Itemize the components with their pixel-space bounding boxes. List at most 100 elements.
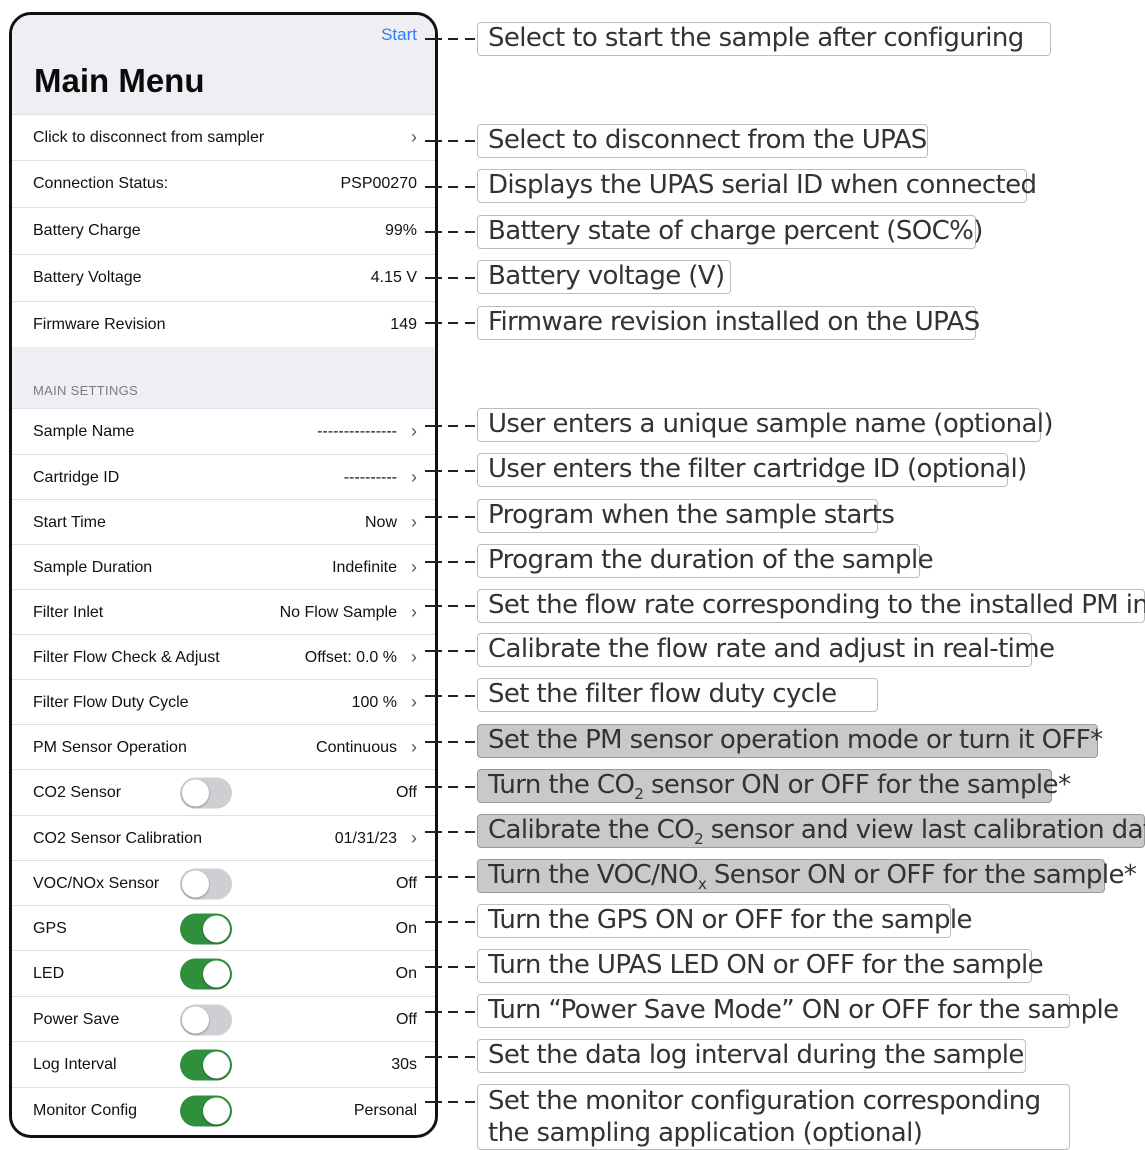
voc-sensor-row: VOC/NOx Sensor Off (12, 860, 435, 906)
main-settings-section: MAIN SETTINGS (12, 347, 435, 409)
sample-name-label: Sample Name (33, 422, 135, 440)
chevron-right-icon: › (411, 827, 417, 848)
start-time-row[interactable]: Start Time Now › (12, 499, 435, 545)
chevron-right-icon: › (411, 466, 417, 487)
battery-voltage-value: 4.15 V (370, 268, 417, 286)
callout-disconnect: Select to disconnect from the UPAS (477, 124, 928, 158)
led-toggle[interactable] (180, 958, 232, 989)
callout-duty-cycle: Set the filter flow duty cycle (477, 678, 878, 712)
chevron-right-icon: › (411, 126, 417, 147)
power-save-value: Off (395, 1010, 417, 1028)
co2-sensor-toggle[interactable] (180, 777, 232, 808)
cartridge-id-row[interactable]: Cartridge ID ---------- › (12, 454, 435, 500)
connection-status-row: Connection Status: PSP00270 (12, 160, 435, 206)
chevron-right-icon: › (411, 736, 417, 757)
sample-duration-row[interactable]: Sample Duration Indefinite › (12, 544, 435, 590)
connection-status-label: Connection Status: (33, 174, 169, 192)
power-save-row: Power Save Off (12, 996, 435, 1042)
duty-cycle-value: 100 % (351, 693, 397, 711)
flow-check-label: Filter Flow Check & Adjust (33, 648, 220, 666)
monitor-config-row: Monitor Config Personal (12, 1087, 435, 1133)
battery-charge-row: Battery Charge 99% (12, 207, 435, 253)
led-label: LED (33, 964, 65, 982)
toggle-knob (203, 1097, 230, 1124)
start-button[interactable]: Start (381, 25, 417, 45)
gps-value: On (395, 919, 417, 937)
flow-check-row[interactable]: Filter Flow Check & Adjust Offset: 0.0 %… (12, 634, 435, 680)
log-interval-toggle[interactable] (180, 1049, 232, 1080)
led-value: On (395, 964, 417, 982)
voc-sensor-toggle[interactable] (180, 868, 232, 899)
section-label: MAIN SETTINGS (33, 383, 139, 398)
gps-row: GPS On (12, 905, 435, 951)
gps-label: GPS (33, 919, 67, 937)
sample-name-value: --------------- (317, 422, 397, 440)
power-save-toggle[interactable] (180, 1004, 232, 1035)
filter-inlet-row[interactable]: Filter Inlet No Flow Sample › (12, 589, 435, 635)
callout-battery-charge: Battery state of charge percent (SOC%) (477, 215, 983, 249)
battery-voltage-row: Battery Voltage 4.15 V (12, 254, 435, 300)
callout-firmware: Firmware revision installed on the UPAS (477, 306, 980, 340)
callout-monitor-config: Set the monitor configuration correspond… (477, 1084, 1070, 1150)
callout-flow-check: Calibrate the flow rate and adjust in re… (477, 633, 1055, 667)
pm-sensor-label: PM Sensor Operation (33, 738, 187, 756)
led-row: LED On (12, 950, 435, 996)
log-interval-label: Log Interval (33, 1055, 117, 1073)
firmware-row: Firmware Revision 149 (12, 301, 435, 347)
toggle-knob (203, 960, 230, 987)
toggle-knob (182, 1006, 209, 1033)
chevron-right-icon: › (411, 556, 417, 577)
duty-cycle-label: Filter Flow Duty Cycle (33, 693, 189, 711)
co2-sensor-value: Off (395, 783, 417, 801)
monitor-config-value: Personal (353, 1101, 417, 1119)
disconnect-label: Click to disconnect from sampler (33, 128, 265, 146)
filter-inlet-value: No Flow Sample (279, 603, 397, 621)
co2-calibration-row[interactable]: CO2 Sensor Calibration 01/31/23 › (12, 815, 435, 861)
chevron-right-icon: › (411, 646, 417, 667)
callout-battery-voltage: Battery voltage (V) (477, 260, 731, 294)
firmware-value: 149 (390, 315, 417, 333)
filter-inlet-label: Filter Inlet (33, 603, 104, 621)
page-title: Main Menu (34, 62, 205, 99)
monitor-config-toggle[interactable] (180, 1095, 232, 1126)
battery-charge-value: 99% (384, 221, 417, 239)
pm-sensor-value: Continuous (316, 738, 397, 756)
header: Start Main Menu (12, 15, 435, 114)
start-time-value: Now (364, 513, 397, 531)
disconnect-row[interactable]: Click to disconnect from sampler › (12, 114, 435, 160)
callout-log-interval: Set the data log interval during the sam… (477, 1039, 1026, 1073)
cartridge-id-value: ---------- (343, 468, 397, 486)
toggle-knob (203, 1051, 230, 1078)
toggle-knob (203, 915, 230, 942)
gps-toggle[interactable] (180, 913, 232, 944)
toggle-knob (182, 779, 209, 806)
pm-sensor-row[interactable]: PM Sensor Operation Continuous › (12, 724, 435, 770)
chevron-right-icon: › (411, 601, 417, 622)
callout-filter-inlet: Set the flow rate corresponding to the i… (477, 589, 1145, 623)
callout-start: Select to start the sample after configu… (477, 22, 1051, 56)
callout-co2-calibration: Calibrate the CO2 sensor and view last c… (477, 814, 1145, 848)
chevron-right-icon: › (411, 420, 417, 441)
log-interval-row: Log Interval 30s (12, 1041, 435, 1087)
callout-pm-sensor: Set the PM sensor operation mode or turn… (477, 724, 1103, 758)
callout-connection: Displays the UPAS serial ID when connect… (477, 169, 1037, 203)
duty-cycle-row[interactable]: Filter Flow Duty Cycle 100 % › (12, 679, 435, 725)
battery-charge-label: Battery Charge (33, 221, 141, 239)
sample-name-row[interactable]: Sample Name --------------- › (12, 408, 435, 454)
callout-gps: Turn the GPS ON or OFF for the sample (477, 904, 972, 938)
callout-voc-sensor: Turn the VOC/NOx Sensor ON or OFF for th… (477, 859, 1137, 893)
callout-led: Turn the UPAS LED ON or OFF for the samp… (477, 949, 1044, 983)
voc-sensor-value: Off (395, 874, 417, 892)
co2-sensor-row: CO2 Sensor Off (12, 769, 435, 815)
voc-sensor-label: VOC/NOx Sensor (33, 874, 160, 892)
co2-calibration-value: 01/31/23 (334, 829, 397, 847)
callout-power-save: Turn “Power Save Mode” ON or OFF for the… (477, 994, 1119, 1028)
flow-check-value: Offset: 0.0 % (304, 648, 397, 666)
chevron-right-icon: › (411, 691, 417, 712)
firmware-label: Firmware Revision (33, 315, 166, 333)
cartridge-id-label: Cartridge ID (33, 468, 120, 486)
co2-calibration-label: CO2 Sensor Calibration (33, 829, 202, 847)
sample-duration-value: Indefinite (332, 558, 397, 576)
phone-screen: Start Main Menu Click to disconnect from… (9, 12, 438, 1138)
callout-co2-sensor: Turn the CO2 sensor ON or OFF for the sa… (477, 769, 1071, 803)
